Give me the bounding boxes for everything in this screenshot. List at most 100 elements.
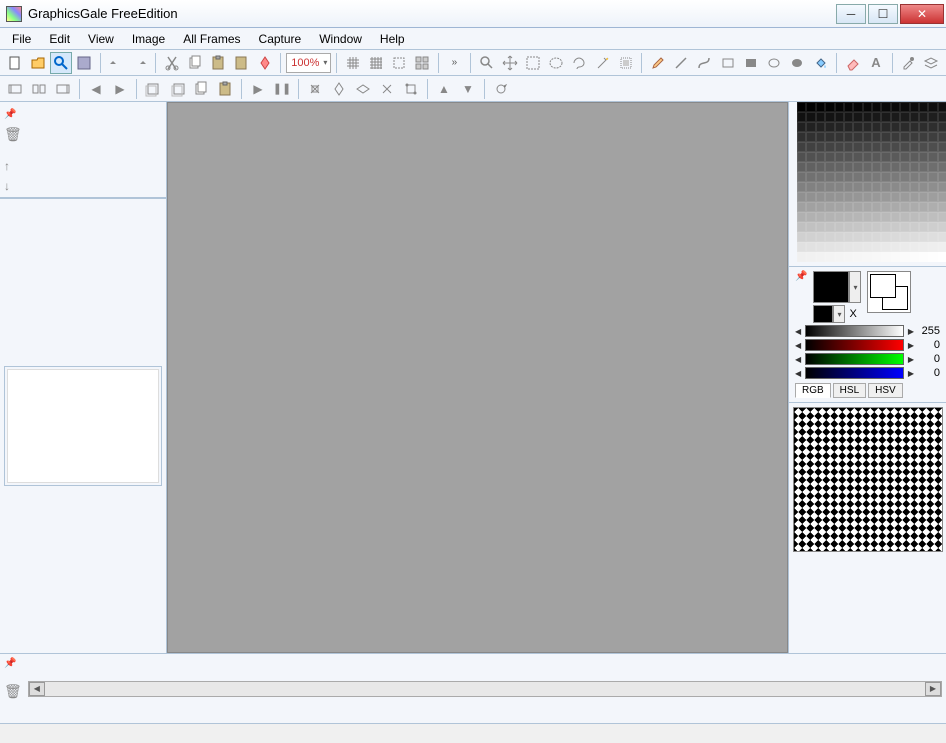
loop-button[interactable] (490, 78, 512, 100)
minimize-button[interactable]: ─ (836, 4, 866, 24)
transform-button[interactable] (400, 78, 422, 100)
tab-hsl[interactable]: HSL (833, 383, 866, 398)
wand-button[interactable] (592, 52, 613, 74)
text-button[interactable]: A (865, 52, 886, 74)
trash-icon[interactable]: 🗑 (4, 126, 22, 143)
cut-button[interactable] (161, 52, 182, 74)
up-button[interactable]: ▲ (433, 78, 455, 100)
primary-color-swatch[interactable] (813, 271, 849, 303)
snap-button[interactable] (388, 52, 409, 74)
value-slider[interactable] (805, 325, 904, 337)
red-slider[interactable] (805, 339, 904, 351)
timeline-pin-icon[interactable]: 📌 (4, 658, 16, 669)
primary-color-dropdown[interactable]: ▾ (849, 271, 861, 303)
hand-tool-button[interactable] (476, 52, 497, 74)
menu-all-frames[interactable]: All Frames (175, 30, 248, 48)
picker-button[interactable] (898, 52, 919, 74)
lasso-button[interactable] (569, 52, 590, 74)
open-file-button[interactable] (27, 52, 48, 74)
rotate-cw-button[interactable] (304, 78, 326, 100)
secondary-color-swatch[interactable] (813, 305, 833, 323)
save-button[interactable] (74, 52, 95, 74)
onion-prev-button[interactable] (142, 78, 164, 100)
rect-button[interactable] (717, 52, 738, 74)
overflow-button[interactable]: » (444, 52, 465, 74)
layers-button[interactable] (921, 52, 942, 74)
ellipse-button[interactable] (764, 52, 785, 74)
menu-help[interactable]: Help (372, 30, 413, 48)
next-frame-button[interactable]: ▶ (109, 78, 131, 100)
frame-last-button[interactable] (52, 78, 74, 100)
secondary-color-dropdown[interactable]: ▾ (833, 305, 845, 323)
menu-image[interactable]: Image (124, 30, 173, 48)
magnifier-button[interactable] (50, 52, 71, 74)
rect-select-button[interactable] (522, 52, 543, 74)
frame-first-button[interactable] (4, 78, 26, 100)
value-slider-row: ◀ ▶ 255 (795, 325, 940, 337)
frame-prev-set-button[interactable] (28, 78, 50, 100)
filled-ellipse-button[interactable] (787, 52, 808, 74)
merge-button[interactable] (254, 52, 275, 74)
green-dec-button[interactable]: ◀ (795, 355, 801, 364)
canvas-workspace[interactable] (167, 102, 788, 653)
paste-button[interactable] (208, 52, 229, 74)
filled-rect-button[interactable] (740, 52, 761, 74)
pause-button[interactable]: ❚❚ (271, 78, 293, 100)
menu-capture[interactable]: Capture (251, 30, 310, 48)
move-up-icon[interactable]: ↑ (4, 159, 162, 173)
tab-hsv[interactable]: HSV (868, 383, 903, 398)
curve-button[interactable] (694, 52, 715, 74)
paste-frame-button[interactable] (214, 78, 236, 100)
menu-view[interactable]: View (80, 30, 122, 48)
grid-small-button[interactable] (365, 52, 386, 74)
undo-button[interactable] (106, 52, 127, 74)
down-button[interactable]: ▼ (457, 78, 479, 100)
menu-edit[interactable]: Edit (41, 30, 78, 48)
pattern-preview[interactable] (793, 407, 943, 552)
blue-inc-button[interactable]: ▶ (908, 369, 914, 378)
pin-icon[interactable]: 📌 (4, 109, 16, 120)
tile-button[interactable] (412, 52, 433, 74)
maximize-button[interactable]: ☐ (868, 4, 898, 24)
copy-button[interactable] (184, 52, 205, 74)
tab-rgb[interactable]: RGB (795, 383, 831, 398)
play-button[interactable]: ▶ (247, 78, 269, 100)
timeline-scroll-right[interactable]: ▶ (925, 682, 941, 696)
fg-bg-swatch[interactable] (867, 271, 911, 313)
blue-slider[interactable] (805, 367, 904, 379)
ellipse-select-button[interactable] (546, 52, 567, 74)
color-pin-icon[interactable]: 📌 (795, 271, 807, 282)
zoom-level-dropdown[interactable]: 100% (286, 53, 331, 73)
onion-next-button[interactable] (166, 78, 188, 100)
value-dec-button[interactable]: ◀ (795, 327, 801, 336)
timeline-scrollbar[interactable]: ◀ ▶ (28, 681, 942, 697)
blue-dec-button[interactable]: ◀ (795, 369, 801, 378)
grid-button[interactable] (342, 52, 363, 74)
rotate-button[interactable] (376, 78, 398, 100)
red-inc-button[interactable]: ▶ (908, 341, 914, 350)
timeline-trash-icon[interactable]: 🗑 (4, 683, 22, 700)
color-select-button[interactable] (615, 52, 636, 74)
red-dec-button[interactable]: ◀ (795, 341, 801, 350)
eraser-button[interactable] (842, 52, 863, 74)
redo-button[interactable] (129, 52, 150, 74)
flip-v-button[interactable] (352, 78, 374, 100)
new-file-button[interactable] (4, 52, 25, 74)
close-button[interactable]: ✕ (900, 4, 944, 24)
paste-special-button[interactable] (231, 52, 252, 74)
menu-file[interactable]: File (4, 30, 39, 48)
move-down-icon[interactable]: ↓ (4, 179, 162, 193)
value-inc-button[interactable]: ▶ (908, 327, 914, 336)
fill-button[interactable] (810, 52, 831, 74)
green-slider[interactable] (805, 353, 904, 365)
copy-frame-button[interactable] (190, 78, 212, 100)
menu-window[interactable]: Window (311, 30, 370, 48)
prev-frame-button[interactable]: ◀ (85, 78, 107, 100)
pencil-button[interactable] (647, 52, 668, 74)
move-tool-button[interactable] (499, 52, 520, 74)
palette-grid[interactable] (797, 102, 946, 262)
timeline-scroll-left[interactable]: ◀ (29, 682, 45, 696)
line-button[interactable] (671, 52, 692, 74)
green-inc-button[interactable]: ▶ (908, 355, 914, 364)
flip-h-button[interactable] (328, 78, 350, 100)
